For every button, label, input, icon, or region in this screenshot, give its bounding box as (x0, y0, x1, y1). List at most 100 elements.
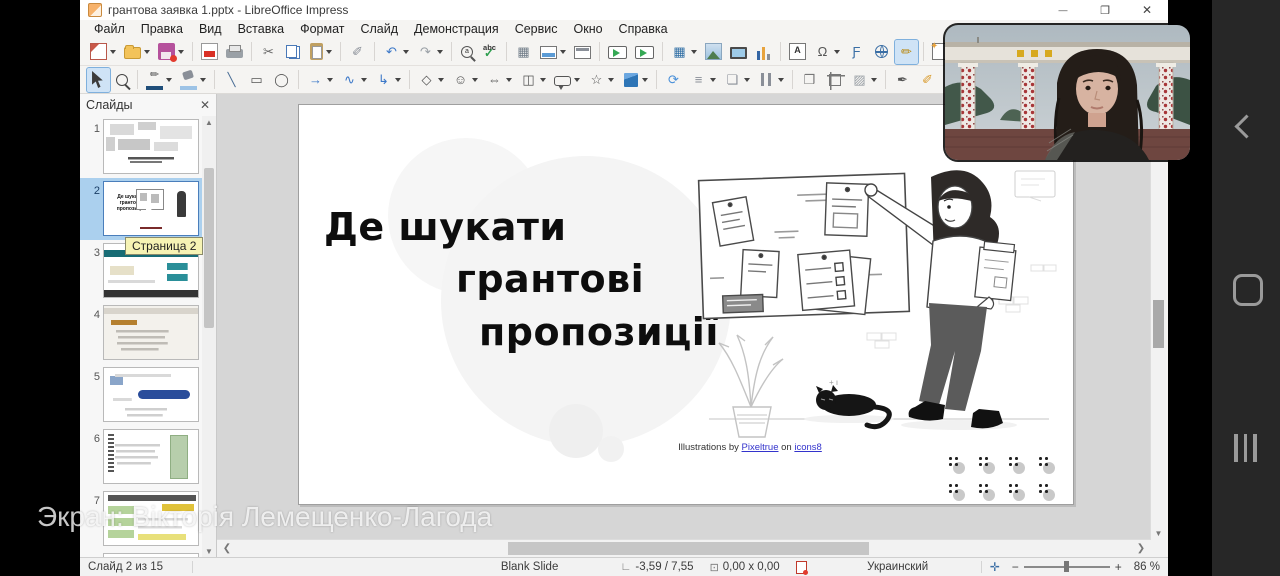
recent-apps-icon[interactable] (1234, 434, 1257, 462)
image-filter-button[interactable]: ▨ (848, 68, 880, 92)
text-language[interactable]: Украинский (815, 561, 981, 573)
pixeltrue-link[interactable]: Pixeltrue (742, 442, 779, 453)
3d-objects-button[interactable] (619, 68, 651, 92)
symbol-shapes-button[interactable]: ☺ (449, 68, 481, 92)
spelling-button[interactable]: abc (478, 40, 501, 64)
basic-shapes-button[interactable]: ◇ (415, 68, 447, 92)
vertical-scrollbar[interactable]: ▲ ▼ (1150, 94, 1166, 540)
insert-table-button[interactable]: ▦ (668, 40, 700, 64)
menu-правка[interactable]: Правка (133, 20, 191, 38)
zoom-slider[interactable]: − + (1008, 560, 1126, 574)
horizontal-scrollbar[interactable]: ❮ ❯ (217, 539, 1151, 558)
insert-hyperlink-button[interactable] (870, 40, 893, 64)
insert-image-button[interactable] (702, 40, 725, 64)
curves-and-polygons-button[interactable]: ∿ (338, 68, 370, 92)
crop-image-button[interactable] (823, 68, 846, 92)
layout-name[interactable]: Blank Slide (447, 561, 613, 573)
slide-thumbnail-6[interactable]: 6 (80, 426, 202, 488)
menu-формат[interactable]: Формат (292, 20, 352, 38)
align-objects-button[interactable]: ≡ (687, 68, 719, 92)
back-icon[interactable] (1234, 114, 1258, 138)
fit-slide-button[interactable]: ✛ (982, 560, 1008, 574)
icons8-link[interactable]: icons8 (794, 442, 821, 453)
slide-thumbnail-4[interactable]: 4 (80, 302, 202, 364)
scroll-left-icon[interactable]: ❮ (219, 540, 235, 558)
show-draw-functions-button[interactable]: ✏ (895, 40, 918, 64)
undo-button[interactable]: ↶ (380, 40, 412, 64)
cut-button[interactable]: ✂ (257, 40, 280, 64)
insert-chart-button[interactable] (752, 40, 775, 64)
menu-сервис[interactable]: Сервис (507, 20, 566, 38)
menu-слайд[interactable]: Слайд (352, 20, 406, 38)
display-views-button[interactable] (537, 40, 569, 64)
panel-scroll-thumb[interactable] (204, 168, 214, 328)
open-file-button[interactable] (121, 40, 153, 64)
redo-button[interactable]: ↷ (414, 40, 446, 64)
scroll-right-icon[interactable]: ❯ (1133, 540, 1149, 558)
block-arrows-button[interactable]: ⇔ (483, 68, 515, 92)
display-grid-button[interactable]: ▦ (512, 40, 535, 64)
edit-points-button[interactable]: ✒ (891, 68, 914, 92)
slide-canvas[interactable]: Де шукати грантові пропозиції (298, 104, 1074, 505)
ellipse-button[interactable]: ◯ (270, 68, 293, 92)
master-slide-button[interactable] (571, 40, 594, 64)
print-button[interactable] (223, 40, 246, 64)
slide-thumbnail-2[interactable]: 2Де шукати грантові пропозиції (80, 178, 202, 240)
new-document-button[interactable] (87, 40, 119, 64)
unsaved-changes-indicator[interactable] (788, 561, 815, 574)
export-pdf-button[interactable] (198, 40, 221, 64)
zoom-slider-thumb[interactable] (1064, 561, 1069, 572)
start-from-first-slide-button[interactable] (605, 40, 630, 64)
zoom-out-icon[interactable]: − (1012, 560, 1019, 574)
insert-special-character-button[interactable]: Ω (811, 40, 843, 64)
distribute-selection-button[interactable] (755, 68, 787, 92)
close-button[interactable] (1126, 0, 1168, 20)
save-button[interactable] (155, 40, 187, 64)
vertical-scroll-thumb[interactable] (1153, 300, 1164, 348)
connectors-button[interactable]: ↳ (372, 68, 404, 92)
slide-thumbnail-5[interactable]: 5 (80, 364, 202, 426)
find-and-replace-button[interactable]: a (457, 40, 476, 64)
paste-button[interactable] (305, 40, 335, 64)
home-icon[interactable] (1233, 274, 1263, 306)
menu-файл[interactable]: Файл (86, 20, 133, 38)
lines-and-arrows-button[interactable]: → (304, 68, 336, 92)
menu-справка[interactable]: Справка (611, 20, 676, 38)
line-color-button[interactable]: ✏ (143, 68, 175, 92)
insert-text-box-button[interactable]: A (786, 40, 809, 64)
menu-окно[interactable]: Окно (566, 20, 611, 38)
menu-вставка[interactable]: Вставка (230, 20, 292, 38)
menu-демонстрация[interactable]: Демонстрация (406, 20, 507, 38)
horizontal-scroll-thumb[interactable] (508, 542, 869, 555)
panel-scrollbar[interactable]: ▲ ▼ (202, 116, 216, 558)
zoom-and-pan-button[interactable] (112, 68, 132, 92)
fill-color-button[interactable] (177, 68, 209, 92)
minimize-button[interactable] (1042, 0, 1084, 20)
panel-close-icon[interactable]: ✕ (200, 98, 210, 112)
arrange-button[interactable]: ❏ (721, 68, 753, 92)
copy-button[interactable] (282, 40, 303, 64)
webcam-overlay[interactable] (945, 25, 1190, 160)
start-from-current-slide-button[interactable] (632, 40, 657, 64)
insert-line-button[interactable]: ╲ (220, 68, 243, 92)
panel-scroll-up-icon[interactable]: ▲ (202, 116, 216, 129)
glue-points-button[interactable]: ✐ (916, 68, 939, 92)
rotate-button[interactable]: ⟳ (662, 68, 685, 92)
scroll-down-icon[interactable]: ▼ (1151, 527, 1166, 540)
menu-вид[interactable]: Вид (191, 20, 230, 38)
slide-title-line-2[interactable]: грантові (456, 257, 644, 301)
clone-formatting-button[interactable]: ✐ (346, 40, 369, 64)
insert-media-button[interactable] (727, 40, 750, 64)
flowchart-shapes-button[interactable]: ◫ (517, 68, 549, 92)
slide-title-line-1[interactable]: Де шукати (324, 205, 567, 249)
whiteboard-illustration[interactable]: + ı (679, 157, 1071, 447)
restore-button[interactable] (1084, 0, 1126, 20)
slide-thumbnail-1[interactable]: 1 (80, 116, 202, 178)
stars-and-banners-button[interactable]: ☆ (585, 68, 617, 92)
zoom-level[interactable]: 86 % (1126, 561, 1168, 573)
select-button[interactable] (87, 68, 110, 92)
insert-fontwork-button[interactable]: Ƒ (845, 40, 868, 64)
slide-thumbnail-7[interactable]: 7 (80, 488, 202, 550)
zoom-in-icon[interactable]: + (1115, 560, 1122, 574)
callout-shapes-button[interactable] (551, 68, 583, 92)
